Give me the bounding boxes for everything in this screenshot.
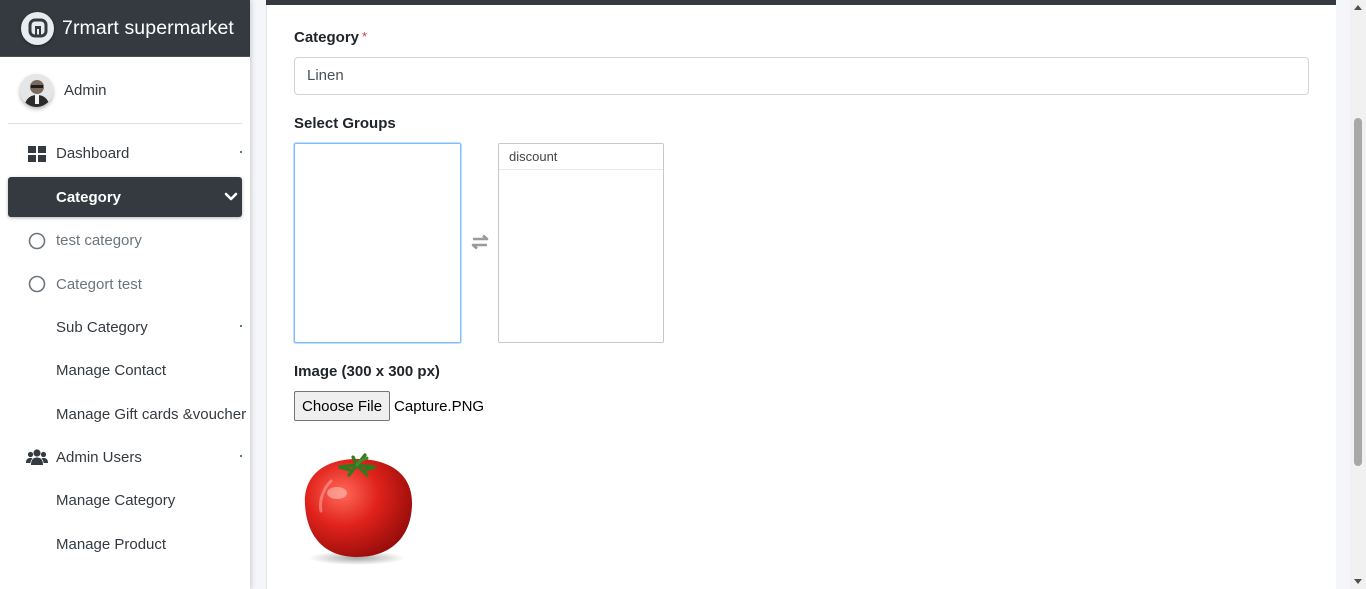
sidebar-item-test-category[interactable]: test category — [8, 219, 242, 262]
collapse-caret-icon — [240, 324, 242, 327]
brand-link[interactable]: 7rmart supermarket — [0, 0, 250, 57]
sidebar: 7rmart supermarket Admin Dashboard Categ… — [0, 0, 250, 589]
sidebar-item-label: Manage Gift cards &voucher — [56, 405, 247, 423]
group-option-discount[interactable]: discount — [499, 144, 663, 170]
users-icon — [26, 449, 48, 466]
sidebar-item-label: Manage Contact — [56, 362, 167, 380]
category-label-text: Category — [294, 29, 360, 46]
sidebar-item-manage-product[interactable]: Manage Product — [8, 522, 242, 565]
category-field-label: Category * — [294, 29, 367, 46]
circle-outline-icon — [26, 232, 48, 250]
user-panel[interactable]: Admin — [8, 57, 242, 124]
dashboard-grid-icon — [26, 145, 48, 162]
chevron-down-icon — [224, 190, 238, 207]
sidebar-item-manage-category[interactable]: Manage Category — [8, 479, 242, 522]
category-input-value: Linen — [307, 67, 344, 84]
available-groups-listbox[interactable]: discount — [498, 143, 664, 343]
required-mark: * — [362, 29, 368, 44]
sidebar-item-label: Category — [56, 188, 122, 206]
brand-logo-icon — [21, 11, 54, 45]
sidebar-item-sub-category[interactable]: Sub Category — [8, 306, 242, 349]
file-input[interactable]: Choose File Capture.PNG — [294, 391, 484, 421]
sidebar-item-manage-gift-cards[interactable]: Manage Gift cards &voucher — [8, 392, 246, 435]
sidebar-item-label: Dashboard — [56, 145, 130, 163]
sidebar-item-manage-contact[interactable]: Manage Contact — [8, 349, 242, 392]
scroll-down-arrow-icon[interactable] — [1354, 579, 1362, 584]
collapse-caret-icon — [240, 151, 242, 153]
category-edit-form: Category * Linen Select Groups discount I… — [266, 5, 1336, 589]
sidebar-item-label: Categort test — [56, 275, 142, 293]
sidebar-item-admin-users[interactable]: Admin Users — [8, 436, 242, 479]
swap-arrows-icon[interactable] — [469, 234, 491, 255]
choose-file-button[interactable]: Choose File — [294, 391, 391, 421]
select-groups-label: Select Groups — [294, 115, 396, 132]
collapse-caret-icon — [240, 454, 242, 457]
sidebar-item-dashboard[interactable]: Dashboard — [8, 132, 242, 175]
circle-outline-icon — [26, 275, 48, 293]
sidebar-item-label: Manage Category — [56, 492, 176, 510]
sidebar-item-categort-test[interactable]: Categort test — [8, 263, 242, 306]
sidebar-item-label: Admin Users — [56, 448, 142, 466]
sidebar-item-category[interactable]: Category — [8, 177, 242, 218]
scrollbar-thumb[interactable] — [1354, 118, 1362, 466]
page-scrollbar[interactable] — [1350, 0, 1366, 589]
tomato-image — [304, 453, 413, 565]
category-input[interactable]: Linen — [294, 57, 1309, 95]
image-preview — [295, 445, 420, 570]
scroll-up-arrow-icon[interactable] — [1354, 5, 1362, 10]
sidebar-nav: Dashboard Category test category Categor… — [0, 124, 250, 566]
brand-name: 7rmart supermarket — [62, 16, 234, 39]
selected-groups-listbox[interactable] — [294, 143, 461, 343]
sidebar-item-label: Manage Product — [56, 535, 167, 553]
user-name[interactable]: Admin — [64, 82, 107, 99]
file-name: Capture.PNG — [394, 397, 485, 415]
avatar — [20, 73, 53, 107]
sidebar-item-label: Sub Category — [56, 319, 148, 337]
image-field-label: Image (300 x 300 px) — [294, 363, 440, 380]
sidebar-item-label: test category — [56, 232, 142, 250]
